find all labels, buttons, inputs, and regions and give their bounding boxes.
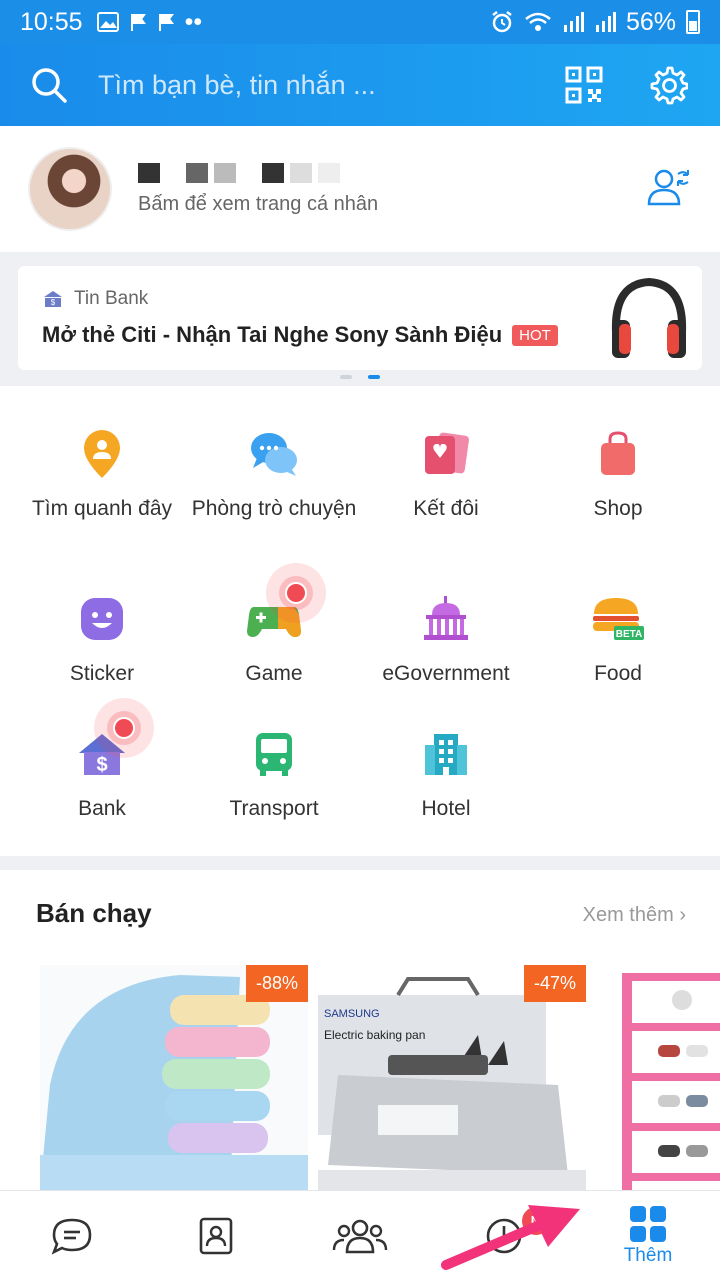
search-input[interactable]: Tìm bạn bè, tin nhắn ... <box>98 70 522 101</box>
image-icon <box>96 12 119 32</box>
app-nearby[interactable]: Tìm quanh đây <box>12 426 192 524</box>
nav-messages[interactable] <box>0 1191 144 1280</box>
svg-text:$: $ <box>96 754 107 776</box>
nav-groups[interactable] <box>288 1191 432 1280</box>
messages-icon <box>51 1218 92 1255</box>
hot-badge: HOT <box>512 324 558 346</box>
svg-text:Electric baking pan: Electric baking pan <box>324 1028 425 1042</box>
promo-banner[interactable]: $ Tin Bank Mở thẻ Citi - Nhận Tai Nghe S… <box>18 266 702 370</box>
more-grid-icon <box>630 1205 666 1242</box>
match-cards-icon <box>425 432 469 474</box>
see-more-link[interactable]: Xem thêm › <box>583 904 686 927</box>
signal-icon <box>595 12 616 32</box>
chat-bubbles-icon <box>251 433 297 476</box>
groups-icon <box>332 1219 388 1253</box>
product-card[interactable]: SAMSUNG Electric baking pan -47% <box>318 965 586 1190</box>
profile-name-redacted <box>138 162 378 185</box>
best-seller-section: Bán chạy Xem thêm › -88% SAMSUNG Electri… <box>0 870 720 1190</box>
svg-text:$: $ <box>51 298 56 307</box>
switch-account-icon[interactable] <box>646 166 692 213</box>
sticker-face-icon <box>81 598 123 640</box>
wifi-icon <box>525 12 551 31</box>
app-sticker[interactable]: Sticker <box>12 591 192 689</box>
notification-dot <box>266 563 326 623</box>
promo-banner-area: $ Tin Bank Mở thẻ Citi - Nhận Tai Nghe S… <box>0 252 720 386</box>
headphones-image <box>611 277 687 358</box>
alarm-icon <box>492 11 512 33</box>
app-bank[interactable]: $ Bank <box>12 698 192 824</box>
profile-row[interactable]: Bấm để xem trang cá nhân <box>0 126 720 252</box>
search-icon[interactable] <box>30 66 68 104</box>
burger-icon: BETA <box>593 598 644 640</box>
svg-text:SAMSUNG: SAMSUNG <box>324 1008 380 1020</box>
discount-badge: -47% <box>523 965 586 1002</box>
app-egovernment[interactable]: eGovernment <box>356 591 536 689</box>
app-food[interactable]: BETA Food <box>528 591 708 689</box>
location-pin-icon <box>84 430 120 478</box>
section-title: Bán chạy <box>36 898 152 928</box>
app-transport[interactable]: Transport <box>184 726 364 824</box>
app-game[interactable]: Game <box>184 563 364 689</box>
nav-more-label: Thêm <box>623 1244 673 1266</box>
carousel-indicator <box>340 375 380 379</box>
bottom-nav: N Thêm <box>0 1190 720 1280</box>
more-dots-icon: •• <box>184 7 203 36</box>
settings-gear-icon[interactable] <box>646 63 690 107</box>
profile-subtitle: Bấm để xem trang cá nhân <box>138 192 379 215</box>
hotel-icon <box>425 734 467 775</box>
bus-icon <box>256 733 292 776</box>
nav-contacts[interactable] <box>144 1191 288 1280</box>
shoe-rack-image <box>618 965 720 1190</box>
battery-percent: 56% <box>625 7 676 36</box>
government-building-icon <box>424 596 468 640</box>
flag-icon <box>130 14 146 31</box>
discount-badge: -88% <box>245 965 308 1002</box>
notification-icons: •• <box>96 7 203 37</box>
app-grid: Tìm quanh đây Phòng trò chuyện Kết đôi S… <box>0 386 720 856</box>
product-card[interactable] <box>618 965 720 1190</box>
contacts-icon <box>199 1217 233 1254</box>
app-chat-room[interactable]: Phòng trò chuyện <box>184 426 364 524</box>
banner-source: Tin Bank <box>74 288 149 309</box>
product-card[interactable]: -88% <box>40 965 308 1190</box>
search-header: Tìm bạn bè, tin nhắn ... <box>0 44 720 126</box>
status-time: 10:55 <box>20 7 83 36</box>
notification-dot <box>94 698 154 758</box>
svg-text:BETA: BETA <box>616 629 642 640</box>
chevron-right-icon: › <box>679 904 686 926</box>
app-shop[interactable]: Shop <box>528 426 708 524</box>
qr-code-icon[interactable] <box>562 63 606 107</box>
app-hotel[interactable]: Hotel <box>356 726 536 824</box>
pointer-arrow-icon <box>441 1205 580 1270</box>
avatar[interactable] <box>28 147 112 231</box>
nav-more[interactable]: Thêm <box>576 1191 720 1280</box>
bank-icon: $ <box>44 291 62 307</box>
signal-icon <box>563 12 584 32</box>
shopping-bag-icon <box>601 431 635 475</box>
banner-headline: Mở thẻ Citi - Nhận Tai Nghe Sony Sành Đi… <box>42 322 503 347</box>
app-match[interactable]: Kết đôi <box>356 426 536 524</box>
status-bar: 10:55 •• 56% <box>0 0 720 44</box>
battery-icon <box>686 10 700 34</box>
flag-icon <box>158 14 174 31</box>
